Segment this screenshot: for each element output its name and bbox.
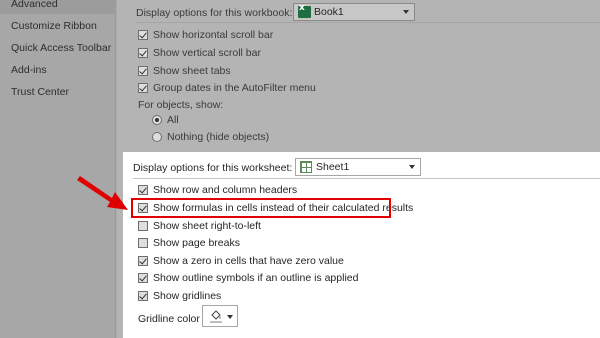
option-sheet-tabs[interactable]: Show sheet tabs [138,63,338,79]
option-label: Show horizontal scroll bar [153,29,274,41]
checkbox[interactable] [138,185,148,195]
radio-nothing[interactable]: Nothing (hide objects) [152,129,292,145]
option-vertical-scroll-bar[interactable]: Show vertical scroll bar [138,45,338,61]
highlight-box [131,198,391,218]
option-label: Show gridlines [153,290,222,302]
chevron-down-icon [227,315,233,319]
option-horizontal-scroll-bar[interactable]: Show horizontal scroll bar [138,27,338,43]
workbook-section-heading: Display options for this workbook: [136,7,293,19]
radio-label: Nothing (hide objects) [167,131,270,143]
option-label: Show page breaks [153,237,240,249]
option-label: Show vertical scroll bar [153,47,261,59]
radio-button[interactable] [152,132,162,142]
option-label: Group dates in the AutoFilter menu [153,82,316,94]
checkbox[interactable] [138,273,148,283]
worksheet-section-heading: Display options for this worksheet: [133,162,293,174]
excel-workbook-icon [298,3,311,18]
options-sidebar: Advanced Customize Ribbon Quick Access T… [0,0,116,338]
sidebar-item-advanced[interactable]: Advanced [0,0,116,14]
workbook-dropdown[interactable]: Book1 [293,3,415,21]
option-label: Show sheet tabs [153,65,231,77]
option-sheet-right-to-left[interactable]: Show sheet right-to-left [138,218,338,234]
option-outline-symbols[interactable]: Show outline symbols if an outline is ap… [138,270,378,286]
objects-show-label: For objects, show: [138,99,224,111]
workbook-dropdown-value: Book1 [314,6,344,18]
checkbox[interactable] [138,238,148,248]
worksheet-dropdown-value: Sheet1 [316,161,350,173]
option-group-dates-autofilter[interactable]: Group dates in the AutoFilter menu [138,80,358,96]
option-show-gridlines[interactable]: Show gridlines [138,288,338,304]
sidebar-item-trust-center[interactable]: Trust Center [0,82,116,102]
checkbox[interactable] [138,256,148,266]
checkbox[interactable] [138,291,148,301]
gridline-color-button[interactable] [202,305,238,327]
checkbox[interactable] [138,221,148,231]
checkbox[interactable] [138,66,148,76]
divider [133,178,600,179]
option-label: Show row and column headers [153,184,298,196]
worksheet-icon [300,161,312,173]
chevron-down-icon [403,10,409,14]
sidebar-item-customize-ribbon[interactable]: Customize Ribbon [0,16,116,36]
option-row-column-headers[interactable]: Show row and column headers [138,182,338,198]
checkbox[interactable] [138,30,148,40]
chevron-down-icon [409,165,415,169]
radio-button[interactable] [152,115,162,125]
option-page-breaks[interactable]: Show page breaks [138,235,338,251]
option-label: Show outline symbols if an outline is ap… [153,272,359,284]
sidebar-item-add-ins[interactable]: Add-ins [0,60,116,80]
radio-all[interactable]: All [152,112,212,128]
option-label: Show sheet right-to-left [153,220,261,232]
paint-bucket-icon [210,310,222,323]
worksheet-dropdown[interactable]: Sheet1 [295,158,421,176]
option-show-zero[interactable]: Show a zero in cells that have zero valu… [138,253,358,269]
red-arrow [77,176,128,210]
divider [136,22,600,23]
option-label: Show a zero in cells that have zero valu… [153,255,344,267]
sidebar-item-quick-access-toolbar[interactable]: Quick Access Toolbar [0,38,116,58]
radio-label: All [167,114,179,126]
gridline-color-label: Gridline color [138,313,200,325]
checkbox[interactable] [138,83,148,93]
checkbox[interactable] [138,48,148,58]
